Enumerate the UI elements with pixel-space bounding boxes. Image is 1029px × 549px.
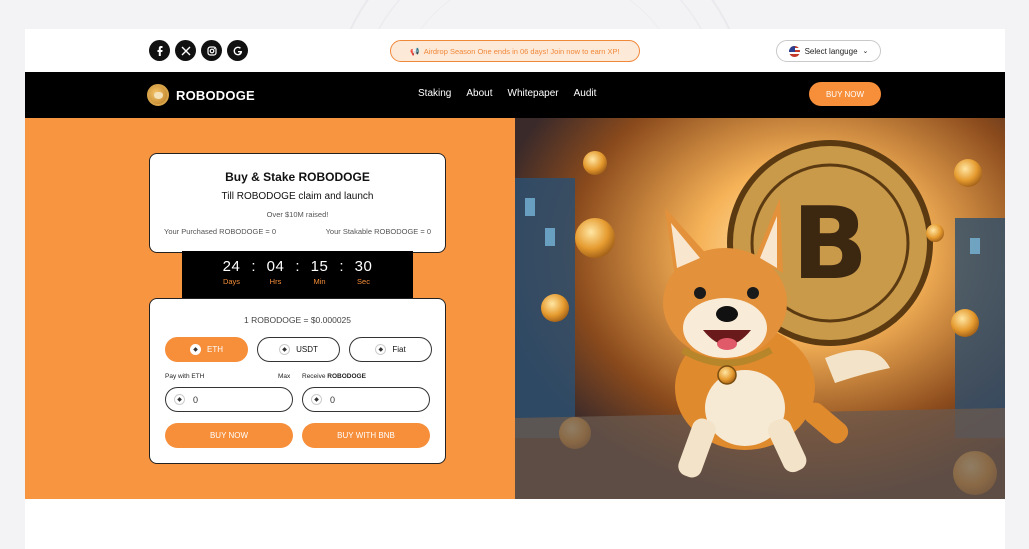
airdrop-announcement-banner[interactable]: 📢 Airdrop Season One ends in 06 days! Jo… bbox=[390, 40, 640, 62]
pay-option-eth[interactable]: ◆ ETH bbox=[165, 337, 248, 362]
pay-option-usdt[interactable]: ◆ USDT bbox=[257, 337, 340, 362]
chevron-down-icon: ⌄ bbox=[862, 48, 869, 55]
nav-link-whitepaper[interactable]: Whitepaper bbox=[508, 88, 559, 99]
instagram-icon[interactable] bbox=[201, 40, 222, 61]
language-selector[interactable]: Select languge ⌄ bbox=[776, 40, 881, 62]
us-flag-icon bbox=[788, 45, 800, 57]
nav-links: Staking About Whitepaper Audit bbox=[418, 88, 596, 99]
facebook-icon[interactable] bbox=[149, 40, 170, 61]
eth-icon: ◆ bbox=[375, 344, 387, 355]
brand-name: ROBODOGE bbox=[176, 87, 255, 103]
countdown-hours: 04 Hrs bbox=[266, 258, 285, 286]
megaphone-icon: 📢 bbox=[410, 46, 420, 56]
brand[interactable]: ROBODOGE bbox=[147, 84, 255, 106]
robodoge-running-illustration: B bbox=[515, 118, 1005, 499]
nav-link-staking[interactable]: Staking bbox=[418, 88, 451, 99]
max-button[interactable]: Max bbox=[278, 373, 290, 380]
countdown-timer: 24 Days : 04 Hrs : 15 Min : 30 Sec bbox=[182, 251, 413, 299]
stakable-balance: Your Stakable ROBODOGE = 0 bbox=[325, 227, 431, 236]
presale-info-card: Buy & Stake ROBODOGE Till ROBODOGE claim… bbox=[149, 153, 446, 253]
countdown-seconds: 30 Sec bbox=[354, 258, 373, 286]
social-links bbox=[149, 40, 248, 61]
presale-title: Buy & Stake ROBODOGE bbox=[225, 170, 370, 184]
raised-text: Over $10M raised! bbox=[266, 210, 329, 219]
presale-panel: Buy & Stake ROBODOGE Till ROBODOGE claim… bbox=[25, 118, 515, 499]
nav-link-audit[interactable]: Audit bbox=[574, 88, 597, 99]
page: 📢 Airdrop Season One ends in 06 days! Jo… bbox=[25, 29, 1005, 549]
announcement-text: Airdrop Season One ends in 06 days! Join… bbox=[423, 46, 620, 56]
countdown-minutes: 15 Min bbox=[310, 258, 329, 286]
pay-amount-input[interactable]: ◆ 0 bbox=[165, 387, 293, 412]
eth-icon: ◆ bbox=[311, 394, 322, 405]
nav-link-about[interactable]: About bbox=[466, 88, 492, 99]
buy-with-bnb-button[interactable]: BUY WITH BNB bbox=[302, 423, 430, 448]
eth-icon: ◆ bbox=[279, 344, 291, 355]
token-rate: 1 ROBODOGE = $0.000025 bbox=[243, 315, 352, 325]
payment-method-tabs: ◆ ETH ◆ USDT ◆ Fiat bbox=[165, 337, 432, 362]
receive-amount-input[interactable]: ◆ 0 bbox=[302, 387, 430, 412]
x-twitter-icon[interactable] bbox=[175, 40, 196, 61]
main-navbar: ROBODOGE Staking About Whitepaper Audit … bbox=[25, 72, 1005, 118]
top-utility-bar: 📢 Airdrop Season One ends in 06 days! Jo… bbox=[25, 29, 1005, 72]
hero-illustration: B bbox=[515, 118, 1005, 499]
pay-option-fiat[interactable]: ◆ Fiat bbox=[349, 337, 432, 362]
robodoge-logo-icon bbox=[147, 84, 169, 106]
hero-section: Buy & Stake ROBODOGE Till ROBODOGE claim… bbox=[25, 118, 1005, 499]
google-icon[interactable] bbox=[227, 40, 248, 61]
pay-with-label: Pay with ETH bbox=[165, 373, 205, 380]
purchased-balance: Your Purchased ROBODOGE = 0 bbox=[164, 227, 277, 236]
nav-buy-now-button[interactable]: BUY NOW bbox=[809, 82, 881, 106]
buy-widget-card: 1 ROBODOGE = $0.000025 ◆ ETH ◆ USDT ◆ Fi… bbox=[149, 298, 446, 464]
receive-amount-value: 0 bbox=[330, 394, 336, 405]
eth-icon: ◆ bbox=[190, 344, 201, 355]
pay-amount-value: 0 bbox=[193, 394, 199, 405]
countdown-days: 24 Days bbox=[222, 258, 241, 286]
eth-icon: ◆ bbox=[174, 394, 185, 405]
language-label: Select languge bbox=[804, 46, 858, 56]
receive-label: Receive ROBODOGE bbox=[302, 373, 366, 380]
presale-subtitle: Till ROBODOGE claim and launch bbox=[221, 191, 374, 202]
buy-now-button[interactable]: BUY NOW bbox=[165, 423, 293, 448]
svg-text:B: B bbox=[792, 185, 868, 302]
